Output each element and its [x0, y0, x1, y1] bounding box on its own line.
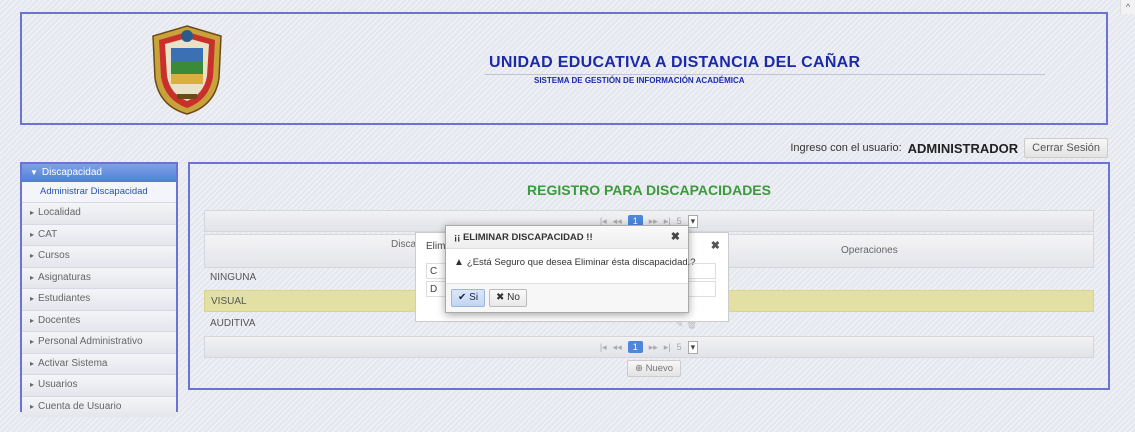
chevron-right-icon: ▸ [30, 272, 35, 282]
page-size-value: 5 [676, 342, 682, 352]
no-label: No [507, 292, 520, 303]
sidebar-item-cuenta-de-usuario[interactable]: ▸ Cuenta de Usuario [22, 395, 176, 417]
username: ADMINISTRADOR [907, 140, 1019, 156]
confirm-yes-button[interactable]: ✔ Si [451, 289, 486, 307]
sidebar-item-activar-sistema[interactable]: ▸ Activar Sistema [22, 352, 176, 374]
logout-button[interactable]: Cerrar Sesión [1024, 138, 1108, 158]
sidebar-item-estudiantes[interactable]: ▸ Estudiantes [22, 288, 176, 310]
modal-message-row: ▲ ¿Está Seguro que desea Eliminar ésta di… [454, 257, 696, 268]
chevron-down-icon: ▼ [30, 168, 38, 177]
row-value: AUDITIVA [210, 318, 256, 329]
chevron-right-icon: ▸ [30, 380, 35, 389]
chevron-right-icon: ▸ [30, 337, 35, 346]
close-icon[interactable]: ✖ [711, 239, 720, 252]
system-subtitle: SISTEMA DE GESTIÓN DE INFORMACIÓN ACADÉM… [534, 76, 745, 85]
sidebar-item-personal-administrativo[interactable]: ▸ Personal Administrativo [22, 331, 176, 353]
page-title: REGISTRO PARA DISCAPACIDADES [527, 182, 771, 198]
page-size-select[interactable]: ▾ [687, 214, 699, 228]
chevron-right-icon: ▸ [30, 294, 35, 303]
modal-footer: ✔ Si ✖ No [446, 283, 688, 312]
school-crest-icon [152, 25, 222, 115]
sidebar-item-label: Usuarios [38, 379, 78, 390]
sidebar-item-label: Cursos [38, 250, 70, 261]
prev-page-icon[interactable]: ◂◂ [613, 342, 622, 353]
check-icon: ✔ [458, 292, 470, 303]
close-icon[interactable]: ✖ [671, 230, 680, 243]
sidebar-item-label: Activar Sistema [38, 357, 108, 369]
sidebar-item-label: Discapacidad [41, 167, 102, 178]
new-button[interactable]: ⊕ Nuevo [627, 360, 682, 377]
row-value: NINGUNA [210, 272, 257, 283]
sidebar-item-cat[interactable]: ▸ CAT [22, 223, 176, 245]
sidebar-item-localidad[interactable]: ▸ Localidad [22, 202, 176, 224]
sidebar-item-label: CAT [38, 228, 58, 240]
chevron-right-icon: ▸ [30, 208, 35, 217]
chevron-right-icon: ▸ [30, 251, 35, 260]
sidebar-item-discapacidad[interactable]: ▼ Discapacidad [22, 164, 176, 182]
user-bar: Ingreso con el usuario: ADMINISTRADOR Ce… [790, 138, 1108, 158]
confirm-delete-modal: ¡¡ ELIMINAR DISCAPACIDAD !! ✖ ▲ ¿Está Seg… [445, 225, 696, 313]
sidebar-item-label: Localidad [38, 207, 81, 218]
school-title: UNIDAD EDUCATIVA A DISTANCIA DEL CAÑAR [489, 54, 861, 71]
sidebar-item-label: Cuenta de Usuario [38, 400, 122, 412]
pager-bottom: |◂ ◂◂ 1 ▸▸ ▸| 5 ▾ [204, 336, 1094, 358]
sidebar-item-label: Personal Administrativo [38, 336, 143, 347]
sidebar-item-usuarios[interactable]: ▸ Usuarios [22, 374, 176, 396]
sidebar-item-label: Estudiantes [38, 293, 91, 304]
sidebar-item-asignaturas[interactable]: ▸ Asignaturas [22, 266, 176, 288]
chevron-right-icon: ▸ [30, 229, 35, 239]
chevron-right-icon: ▸ [30, 315, 35, 325]
next-page-icon[interactable]: ▸▸ [649, 342, 658, 353]
sidebar-menu: ▼ Discapacidad Administrar Discapacidad ▸… [20, 162, 178, 417]
chevron-right-icon: ▸ [30, 401, 35, 411]
yes-label: Si [469, 292, 479, 303]
row-value: VISUAL [211, 296, 247, 307]
sidebar-subitem-administrar-discapacidad[interactable]: Administrar Discapacidad [22, 182, 176, 202]
page-header: UNIDAD EDUCATIVA A DISTANCIA DEL CAÑAR S… [20, 12, 1108, 125]
current-page-button[interactable]: 1 [627, 341, 643, 353]
sidebar-item-cursos[interactable]: ▸ Cursos [22, 245, 176, 267]
column-header-discapacidad[interactable]: Disca [391, 239, 416, 250]
dialog-title-partial: Elim [426, 241, 446, 252]
confirm-no-button[interactable]: ✖ No [489, 289, 527, 307]
sidebar-item-docentes[interactable]: ▸ Docentes [22, 309, 176, 331]
scroll-up-arrow[interactable]: ^ [1120, 0, 1135, 14]
last-page-icon[interactable]: ▸| [664, 342, 671, 353]
header-divider [485, 74, 1045, 75]
sidebar-item-label: Asignaturas [38, 271, 91, 283]
user-label: Ingreso con el usuario: [790, 142, 902, 154]
warning-icon: ▲ [454, 257, 464, 268]
sidebar-item-label: Docentes [38, 314, 81, 326]
first-page-icon[interactable]: |◂ [600, 342, 607, 353]
close-icon: ✖ [496, 292, 508, 303]
page-size-select[interactable]: ▾ [687, 340, 699, 354]
modal-header: ¡¡ ELIMINAR DISCAPACIDAD !! ✖ [446, 226, 688, 249]
chevron-right-icon: ▸ [30, 358, 35, 368]
column-header-operaciones: Operaciones [841, 245, 898, 256]
add-icon: ⊕ [635, 363, 646, 374]
modal-title: ¡¡ ELIMINAR DISCAPACIDAD !! [454, 232, 593, 243]
new-button-label: Nuevo [645, 363, 674, 374]
modal-message: ¿Está Seguro que desea Eliminar ésta dis… [466, 257, 696, 268]
